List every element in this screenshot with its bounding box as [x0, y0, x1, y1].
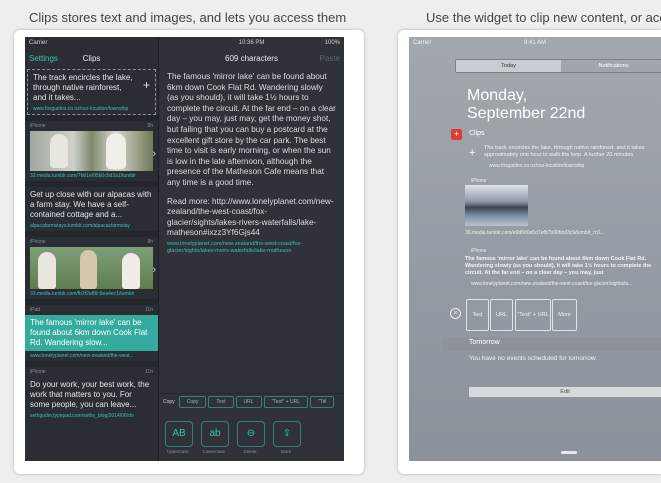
uppercase-icon: AB — [165, 421, 193, 447]
delete-button[interactable]: ⊖ Delete — [237, 421, 265, 454]
clip-url: www.lonelyplanet.com/new-zealand/the-wes… — [30, 353, 134, 359]
alpaca-image — [30, 131, 153, 171]
share-icon: ⇪ — [273, 421, 301, 447]
clip-text: Get up close with our alpacas with a far… — [30, 190, 152, 219]
transform-buttons: AB Uppercase ab Lowercase ⊖ Delete ⇪ Mor… — [165, 421, 301, 454]
tab-notifications[interactable]: Notifications — [561, 60, 661, 72]
clip-text: The track encircles the lake, through na… — [33, 73, 133, 102]
list-item[interactable]: iPhone 11h Do your work, your best work, … — [25, 367, 158, 421]
widget-clip-text[interactable]: The track encircles the lake, through na… — [484, 145, 661, 159]
right-device-screen: Carrier 9:41 AM Today Notifications Mond… — [409, 37, 661, 461]
delete-icon: ⊖ — [237, 421, 265, 447]
widget-clip-url: 36.media.tumblr.com/e9d6d0a5d7efb7b90bbd… — [465, 230, 605, 236]
clip-url: 33.media.tumblr.com/7bb1e6f5b0c6d3a1/tum… — [30, 173, 136, 179]
clip-detail-text: The famous 'mirror lake' can be found ab… — [167, 72, 336, 254]
clip-time: 5h — [147, 123, 153, 129]
widget-clip-text[interactable]: The famous 'mirror lake' can be found ab… — [465, 256, 661, 277]
status-bar: 10:36 PM 100% — [238, 39, 340, 46]
grabber-handle[interactable] — [561, 451, 577, 454]
widget-more-button[interactable]: More — [552, 299, 577, 331]
clip-text: The famous 'mirror lake' can be found ab… — [25, 315, 158, 351]
clip-source: iPad — [30, 307, 41, 313]
clip-time: 8h — [147, 239, 153, 245]
status-bar: Carrier 9:41 AM — [413, 39, 546, 46]
clip-source-url: www.lonelyplanet.com/new-zealand/the-wes… — [167, 240, 303, 254]
clip-detail-pane: 10:36 PM 100% 609 characters Paste The f… — [158, 37, 344, 461]
widget-url-button[interactable]: URL — [490, 299, 513, 331]
left-caption: Clips stores text and images, and lets y… — [29, 10, 349, 25]
copy-title-button[interactable]: "Titl — [309, 395, 335, 408]
clip-time: 11h — [145, 369, 153, 375]
clips-widget-icon: + — [451, 129, 462, 140]
clips-title: Clips — [82, 53, 101, 63]
character-count: 609 characters — [225, 53, 278, 63]
copy-text-url-button[interactable]: "Text" + URL — [263, 395, 308, 408]
clip-url: alpacafarmstays.tumblr.com/alpacasfarmst… — [30, 223, 131, 229]
widget-text-button[interactable]: Text — [466, 299, 489, 331]
add-clip-icon[interactable]: + — [143, 78, 150, 92]
clip-source: iPhone — [30, 239, 46, 245]
detail-nav-bar: 609 characters Paste — [159, 48, 344, 68]
clip-source: iPhone — [30, 123, 46, 129]
lake-image[interactable] — [465, 185, 528, 226]
widget-text-url-button[interactable]: "Text" + URL — [515, 299, 551, 331]
clip-url: 33.media.tumblr.com/fb2f2a88c8ea4ec1/tum… — [30, 291, 135, 297]
llama-image — [30, 247, 153, 289]
uppercase-button[interactable]: AB Uppercase — [165, 421, 193, 454]
clips-nav-bar: Settings Clips — [25, 48, 158, 68]
copy-url-button[interactable]: URL — [235, 395, 262, 408]
clips-list-pane: Carrier Settings Clips The track encircl… — [25, 37, 158, 461]
tomorrow-header: Tomorrow — [469, 339, 500, 346]
clip-time: 11h — [145, 307, 153, 313]
list-item[interactable]: The track encircles the lake, through na… — [27, 69, 156, 115]
list-item[interactable]: iPhone 8h › 33.media.tumblr.com/fb2f2a88c… — [25, 237, 158, 299]
right-caption: Use the widget to clip new content, or a… — [426, 10, 661, 25]
edit-button[interactable]: Edit — [469, 387, 661, 397]
copy-text-button[interactable]: Text — [208, 395, 234, 408]
widget-clip-source: iPhone — [471, 178, 487, 184]
action-row: Copy Copy Text URL "Text" + URL "Titl — [159, 393, 344, 409]
status-bar: Carrier — [29, 39, 48, 46]
today-date: Monday, September 22nd — [467, 87, 586, 122]
tab-today[interactable]: Today — [456, 60, 561, 72]
today-notifications-segmented-control: Today Notifications — [455, 59, 661, 73]
left-device-screen: Carrier Settings Clips The track encircl… — [25, 37, 344, 461]
chevron-right-icon[interactable]: › — [152, 264, 156, 276]
list-item-selected[interactable]: iPad 11h The famous 'mirror lake' can be … — [25, 305, 158, 361]
lowercase-icon: ab — [201, 421, 229, 447]
clip-text: Do your work, your best work, the work t… — [30, 380, 150, 409]
clip-url: www.foxguides.co.nz/our-location/townshi… — [33, 106, 129, 112]
lowercase-button[interactable]: ab Lowercase — [201, 421, 229, 454]
more-button[interactable]: ⇪ More — [273, 421, 301, 454]
clip-source: iPhone — [30, 369, 46, 375]
clips-widget-header: Clips — [469, 130, 485, 137]
widget-clip-url: www.lonelyplanet.com/new-zealand/the-wes… — [471, 281, 633, 287]
clip-url: sethgodin.typepad.com/seths_blog/2014/06… — [30, 413, 134, 419]
list-item[interactable]: iPhone 5h › 33.media.tumblr.com/7bb1e6f5b… — [25, 121, 158, 181]
close-icon[interactable]: × — [450, 308, 461, 319]
chevron-right-icon[interactable]: › — [152, 148, 156, 160]
widget-clip-url: www.foxguides.co.nz/our-location/townshi… — [489, 163, 585, 169]
copy-button[interactable]: Copy — [178, 395, 207, 408]
tomorrow-text: You have no events scheduled for tomorro… — [469, 355, 598, 362]
widget-clip-source: iPhone — [471, 248, 487, 254]
widget-add-clip-icon[interactable]: + — [469, 147, 475, 159]
list-item[interactable]: Get up close with our alpacas with a far… — [25, 187, 158, 231]
